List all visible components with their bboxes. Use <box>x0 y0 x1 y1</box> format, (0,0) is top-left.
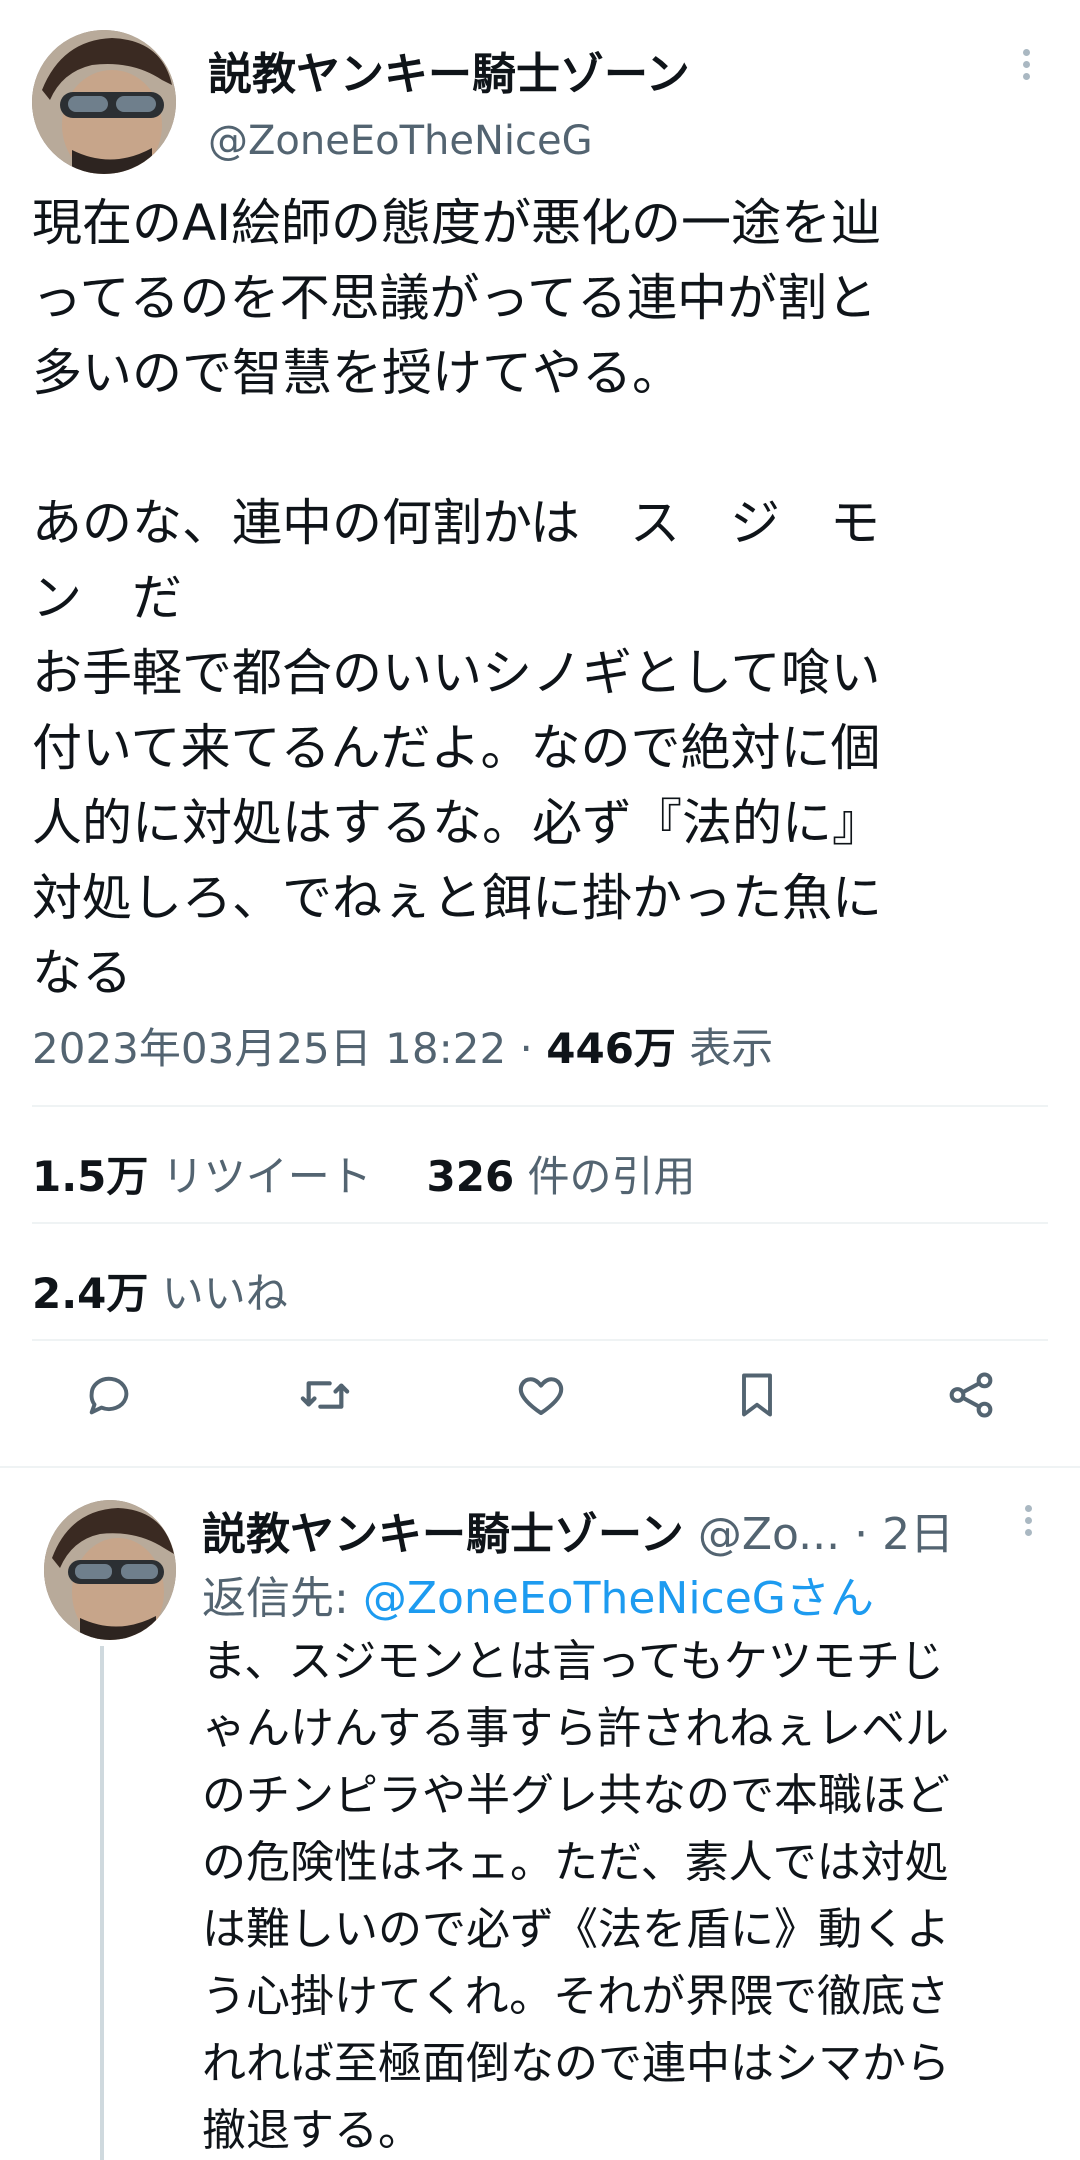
tweet-text-line: 付いて来てるんだよ。なので絶対に個 <box>32 719 881 777</box>
avatar[interactable] <box>32 30 176 174</box>
action-bar <box>0 1360 1080 1450</box>
quotes-count: 326 <box>426 1152 515 1201</box>
tweet-text-line: 現在のAI絵師の態度が悪化の一途を辿 <box>32 194 881 252</box>
tweet-text-line: お手軽で都合のいいシノギとして喰い <box>32 644 881 702</box>
retweets-count: 1.5万 <box>32 1152 149 1201</box>
reply-text-line: のチンピラや半グレ共なので本職ほど <box>202 1770 950 1821</box>
divider <box>32 1222 1048 1224</box>
reply-text-line: の危険性はネェ。ただ、素人では対処 <box>202 1837 949 1888</box>
divider <box>32 1339 1048 1341</box>
retweets-label: リツイート <box>161 1152 372 1201</box>
tweet-text-line: 多いので智慧を授けてやる。 <box>32 344 682 402</box>
likes-stat[interactable]: 2.4万 いいね <box>32 1260 288 1321</box>
tweet-text-line: あのな、連中の何割かは ス ジ モ <box>32 494 880 552</box>
tweet-meta: 2023年03月25日 18:22 · 446万 表示 <box>32 1015 773 1076</box>
reply-text-line: 撤退する。 <box>202 2105 422 2156</box>
retweet-quote-stats: 1.5万 リツイート 326 件の引用 <box>32 1143 696 1204</box>
section-divider <box>0 1466 1080 1468</box>
reply-time[interactable]: 2日 <box>882 1509 954 1560</box>
views-label: 表示 <box>689 1024 774 1073</box>
reply-header: 説教ヤンキー騎士ゾーン @Zo... · 2日 <box>202 1498 954 1562</box>
share-icon[interactable] <box>936 1360 1006 1430</box>
reply-text: ま、スジモンとは言ってもケツモチじ ゃんけんする事すら許されねぇレベル のチンピ… <box>202 1628 1062 2160</box>
tweet-text: 現在のAI絵師の態度が悪化の一途を辿 ってるのを不思議がってる連中が割と 多いの… <box>32 186 1052 1011</box>
replying-to-mention[interactable]: @ZoneEoTheNiceGさん <box>363 1573 874 1624</box>
reply-text-line: れれば至極面倒なので連中はシマから <box>202 2038 950 2089</box>
reply-display-name[interactable]: 説教ヤンキー騎士ゾーン <box>202 1509 684 1560</box>
tweet-text-line: 対処しろ、でねぇと餌に掛かった魚に <box>32 869 882 927</box>
tweet-timestamp[interactable]: 2023年03月25日 18:22 <box>32 1024 506 1073</box>
replying-to: 返信先: @ZoneEoTheNiceGさん <box>202 1562 874 1626</box>
reply-text-line: う心掛けてくれ。それが界隈で徹底さ <box>202 1971 950 2022</box>
reply-icon[interactable] <box>74 1360 144 1430</box>
thread-line <box>100 1646 104 2160</box>
tweet-text-line: 人的に対処はするな。必ず『法的に』 <box>32 794 882 852</box>
views-count: 446万 <box>546 1024 676 1073</box>
reply-avatar[interactable] <box>44 1500 176 1640</box>
tweet-detail-page: 説教ヤンキー騎士ゾーン @ZoneEoTheNiceG 現在のAI絵師の態度が悪… <box>0 0 1080 2160</box>
reply-text-line: ま、スジモンとは言ってもケツモチじ <box>202 1636 944 1687</box>
divider <box>32 1105 1048 1107</box>
tweet-text-line: なる <box>32 944 132 1002</box>
likes-count: 2.4万 <box>32 1269 149 1318</box>
display-name[interactable]: 説教ヤンキー騎士ゾーン <box>208 38 690 102</box>
replying-to-label: 返信先: <box>202 1573 349 1624</box>
reply-text-line: ゃんけんする事すら許されねぇレベル <box>202 1703 950 1754</box>
more-options-icon[interactable] <box>1018 44 1034 104</box>
tweet-text-line: ン だ <box>32 569 182 627</box>
bookmark-icon[interactable] <box>722 1360 792 1430</box>
likes-label: いいね <box>161 1269 288 1318</box>
reply-text-line: は難しいので必ず《法を盾に》動くよ <box>202 1904 950 1955</box>
retweet-icon[interactable] <box>290 1360 360 1430</box>
reply-more-options-icon[interactable] <box>1020 1500 1036 1560</box>
retweets-stat[interactable]: 1.5万 リツイート <box>32 1152 385 1201</box>
quotes-stat[interactable]: 326 件の引用 <box>427 1152 696 1201</box>
user-handle[interactable]: @ZoneEoTheNiceG <box>208 118 593 164</box>
quotes-label: 件の引用 <box>527 1152 696 1201</box>
main-tweet-header: 説教ヤンキー騎士ゾーン @ZoneEoTheNiceG <box>0 0 1080 180</box>
tweet-text-blank-line <box>32 411 1052 486</box>
reply-handle[interactable]: @Zo... <box>698 1509 840 1560</box>
meta-separator: · <box>519 1024 533 1073</box>
like-icon[interactable] <box>506 1360 576 1430</box>
tweet-text-line: ってるのを不思議がってる連中が割と <box>32 269 877 327</box>
reply-separator: · <box>854 1509 869 1560</box>
